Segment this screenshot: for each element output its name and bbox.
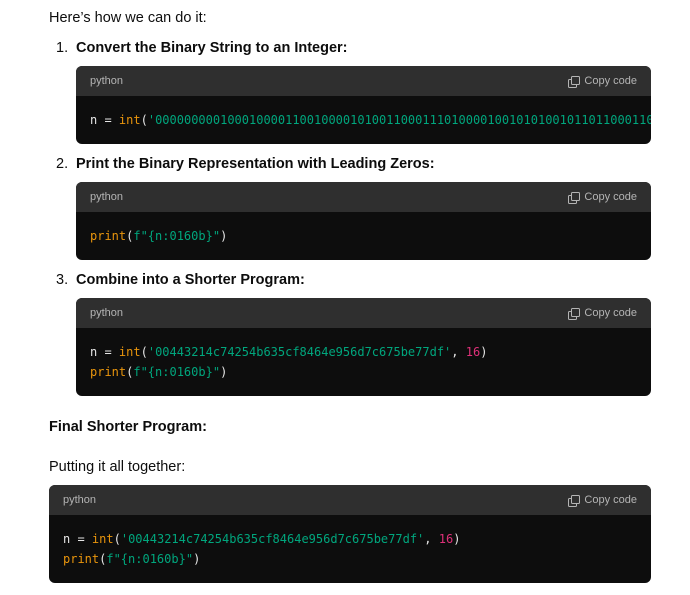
code-op: = (97, 113, 119, 127)
copy-code-button[interactable]: Copy code (568, 66, 637, 96)
code-paren: ) (220, 365, 228, 379)
code-op: = (97, 345, 119, 359)
code-number: 16 (465, 345, 481, 359)
code-block: python Copy code print(f"{n:0160b}") (76, 182, 651, 260)
final-heading: Final Shorter Program: (49, 419, 207, 435)
code-separator: , (451, 345, 466, 359)
code-paren: ( (140, 345, 148, 359)
code-language: python (63, 494, 97, 506)
code-op: = (70, 532, 92, 546)
code-block: python Copy code n = int('00443214c74254… (76, 298, 651, 396)
copy-code-button[interactable]: Copy code (568, 298, 637, 328)
code-content: n = int('00443214c74254b635cf8464e956d7c… (76, 328, 651, 396)
code-language: python (90, 191, 124, 203)
code-string: f"{n:0160b}" (106, 552, 194, 566)
code-string: '00443214c74254b635cf8464e956d7c675be77d… (120, 532, 425, 546)
code-function: int (118, 113, 141, 127)
copy-code-label: Copy code (584, 307, 637, 319)
together-text: Putting it all together: (49, 459, 186, 475)
code-content: print(f"{n:0160b}") (76, 212, 651, 260)
code-paren: ( (113, 532, 121, 546)
code-function: int (91, 532, 114, 546)
copy-icon (568, 494, 581, 507)
code-separator: , (424, 532, 439, 546)
code-string: '00443214c74254b635cf8464e956d7c675be77d… (147, 345, 452, 359)
step-number: 3. (56, 272, 69, 288)
code-function: print (90, 365, 127, 379)
code-header: python Copy code (49, 485, 651, 515)
code-function: int (118, 345, 141, 359)
code-paren: ) (220, 229, 228, 243)
code-string: '000000000100010000110010000101001100011… (147, 113, 651, 127)
code-content: n = int('0000000001000100001100100001010… (76, 96, 651, 144)
code-block: python Copy code n = int('00000000010001… (76, 66, 651, 144)
code-header: python Copy code (76, 298, 651, 328)
code-string: f"{n:0160b}" (133, 365, 221, 379)
copy-code-label: Copy code (584, 75, 637, 87)
step-title: Print the Binary Representation with Lea… (76, 156, 435, 172)
copy-code-label: Copy code (584, 494, 637, 506)
code-number: 16 (438, 532, 454, 546)
code-header: python Copy code (76, 66, 651, 96)
copy-code-button[interactable]: Copy code (568, 485, 637, 515)
copy-code-label: Copy code (584, 191, 637, 203)
copy-icon (568, 75, 581, 88)
code-paren: ) (193, 552, 201, 566)
code-string: f"{n:0160b}" (133, 229, 221, 243)
step-title: Convert the Binary String to an Integer: (76, 40, 348, 56)
code-function: print (90, 229, 127, 243)
code-header: python Copy code (76, 182, 651, 212)
code-function: print (63, 552, 100, 566)
copy-icon (568, 191, 581, 204)
code-paren: ( (140, 113, 148, 127)
code-language: python (90, 75, 124, 87)
final-code-block: python Copy code n = int('00443214c74254… (49, 485, 651, 583)
code-content: n = int('00443214c74254b635cf8464e956d7c… (49, 515, 651, 583)
code-paren: ) (480, 345, 488, 359)
step-title: Combine into a Shorter Program: (76, 272, 305, 288)
intro-text: Here’s how we can do it: (49, 10, 207, 26)
code-paren: ) (453, 532, 461, 546)
step-number: 2. (56, 156, 69, 172)
step-number: 1. (56, 40, 69, 56)
copy-icon (568, 307, 581, 320)
copy-code-button[interactable]: Copy code (568, 182, 637, 212)
code-language: python (90, 307, 124, 319)
